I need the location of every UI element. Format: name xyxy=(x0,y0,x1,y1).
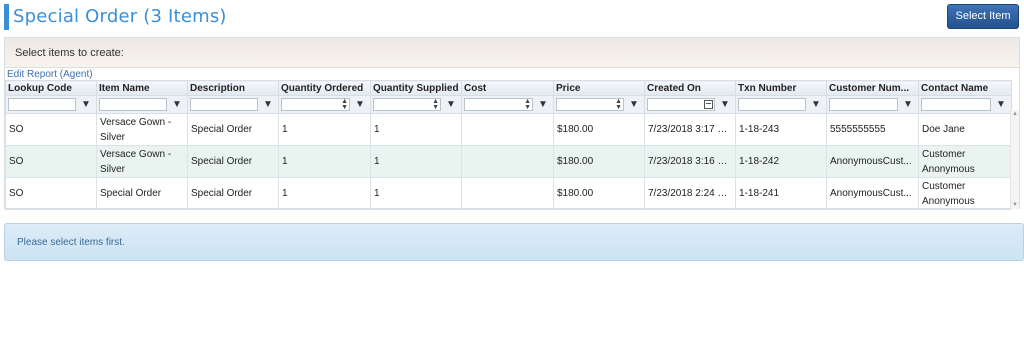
title-accent-bar xyxy=(4,4,9,30)
calendar-icon[interactable] xyxy=(704,100,713,109)
filter-input-price[interactable]: ▲ ▼ xyxy=(556,98,624,111)
cell-lookup-code: SO xyxy=(5,145,97,178)
cell-txn-number: 1-18-243 xyxy=(735,113,827,146)
grid-scrollbar[interactable]: ▲ ▼ xyxy=(1010,110,1019,209)
filter-input-cost[interactable]: ▲ ▼ xyxy=(464,98,533,111)
filter-input-item-name[interactable] xyxy=(99,98,167,111)
filter-input-quantity-supplied[interactable]: ▲ ▼ xyxy=(373,98,441,111)
cell-quantity-supplied: 1 xyxy=(370,177,462,210)
cell-quantity-ordered: 1 xyxy=(278,113,371,146)
column-header-cost[interactable]: Cost xyxy=(461,80,554,96)
cell-created-on: 7/23/2018 2:24 PM xyxy=(644,177,736,210)
cell-cost xyxy=(461,145,554,178)
column-header-quantity-ordered[interactable]: Quantity Ordered xyxy=(278,80,371,96)
cell-description: Special Order xyxy=(187,113,279,146)
filter-icon[interactable]: ▼ xyxy=(900,98,916,111)
cell-price: $180.00 xyxy=(553,177,645,210)
filter-input-contact-name[interactable] xyxy=(921,98,991,111)
cell-contact-name: Customer Anonymous xyxy=(918,177,1012,210)
column-header-created-on[interactable]: Created On xyxy=(644,80,736,96)
header: Special Order (3 Items) Select Item xyxy=(0,0,1024,34)
cell-lookup-code: SO xyxy=(5,177,97,210)
cell-item-name: Versace Gown - Silver xyxy=(96,113,188,146)
cell-lookup-code: SO xyxy=(5,113,97,146)
cell-customer-number: AnonymousCust... xyxy=(826,145,919,178)
spinner-icon[interactable]: ▲ ▼ xyxy=(615,98,622,111)
filter-icon[interactable]: ▼ xyxy=(443,98,459,111)
page-title: Special Order (3 Items) xyxy=(13,6,227,27)
cell-contact-name: Doe Jane xyxy=(918,113,1012,146)
filter-row: ▼ ▼ ▼ ▲ ▼ ▼ ▲ ▼ ▼ ▲ ▼ ▼ ▲ ▼ ▼ ▼ ▼ ▼ ▼ xyxy=(5,95,1012,114)
header-row: Lookup Code Item Name Description Quanti… xyxy=(5,80,1012,96)
column-header-item-name[interactable]: Item Name xyxy=(96,80,188,96)
items-panel: Select items to create: Edit Report (Age… xyxy=(4,37,1020,210)
filter-icon[interactable]: ▼ xyxy=(808,98,824,111)
table-row[interactable]: SO Versace Gown - Silver Special Order 1… xyxy=(5,113,1012,146)
filter-input-txn-number[interactable] xyxy=(738,98,806,111)
column-header-description[interactable]: Description xyxy=(187,80,279,96)
filter-icon[interactable]: ▼ xyxy=(78,98,94,111)
cell-cost xyxy=(461,177,554,210)
select-item-button[interactable]: Select Item xyxy=(947,4,1019,29)
cell-customer-number: 5555555555 xyxy=(826,113,919,146)
cell-customer-number: AnonymousCust... xyxy=(826,177,919,210)
filter-input-lookup-code[interactable] xyxy=(8,98,76,111)
column-header-customer-number[interactable]: Customer Num... xyxy=(826,80,919,96)
scroll-down-icon[interactable]: ▼ xyxy=(1012,202,1018,208)
filter-icon[interactable]: ▼ xyxy=(626,98,642,111)
column-header-price[interactable]: Price xyxy=(553,80,645,96)
cell-cost xyxy=(461,113,554,146)
filter-icon[interactable]: ▼ xyxy=(535,98,551,111)
cell-quantity-ordered: 1 xyxy=(278,177,371,210)
column-header-lookup-code[interactable]: Lookup Code xyxy=(5,80,97,96)
edit-report-link[interactable]: Edit Report (Agent) xyxy=(7,69,93,80)
cell-item-name: Versace Gown - Silver xyxy=(96,145,188,178)
spinner-icon[interactable]: ▲ ▼ xyxy=(524,98,531,111)
filter-input-created-on[interactable] xyxy=(647,98,715,111)
spinner-icon[interactable]: ▲ ▼ xyxy=(432,98,439,111)
filter-input-quantity-ordered[interactable]: ▲ ▼ xyxy=(281,98,350,111)
filter-icon[interactable]: ▼ xyxy=(352,98,368,111)
cell-price: $180.00 xyxy=(553,145,645,178)
column-header-quantity-supplied[interactable]: Quantity Supplied xyxy=(370,80,462,96)
cell-quantity-supplied: 1 xyxy=(370,113,462,146)
filter-input-description[interactable] xyxy=(190,98,258,111)
scroll-up-icon[interactable]: ▲ xyxy=(1012,111,1018,117)
selection-notice: Please select items first. xyxy=(4,223,1024,261)
spinner-icon[interactable]: ▲ ▼ xyxy=(341,98,348,111)
cell-quantity-ordered: 1 xyxy=(278,145,371,178)
cell-created-on: 7/23/2018 3:17 PM xyxy=(644,113,736,146)
column-header-txn-number[interactable]: Txn Number xyxy=(735,80,827,96)
filter-input-customer-number[interactable] xyxy=(829,98,898,111)
table-row[interactable]: SO Versace Gown - Silver Special Order 1… xyxy=(5,145,1012,178)
filter-icon[interactable]: ▼ xyxy=(260,98,276,111)
filter-icon[interactable]: ▼ xyxy=(169,98,185,111)
cell-description: Special Order xyxy=(187,177,279,210)
cell-txn-number: 1-18-241 xyxy=(735,177,827,210)
cell-price: $180.00 xyxy=(553,113,645,146)
items-grid: Lookup Code Item Name Description Quanti… xyxy=(5,80,1012,210)
column-header-contact-name[interactable]: Contact Name xyxy=(918,80,1012,96)
table-row[interactable]: SO Special Order Special Order 1 1 $180.… xyxy=(5,177,1012,210)
cell-created-on: 7/23/2018 3:16 PM xyxy=(644,145,736,178)
cell-item-name: Special Order xyxy=(96,177,188,210)
cell-txn-number: 1-18-242 xyxy=(735,145,827,178)
cell-quantity-supplied: 1 xyxy=(370,145,462,178)
filter-icon[interactable]: ▼ xyxy=(717,98,733,111)
cell-contact-name: Customer Anonymous xyxy=(918,145,1012,178)
filter-icon[interactable]: ▼ xyxy=(993,98,1009,111)
panel-heading: Select items to create: xyxy=(5,38,1019,68)
cell-description: Special Order xyxy=(187,145,279,178)
